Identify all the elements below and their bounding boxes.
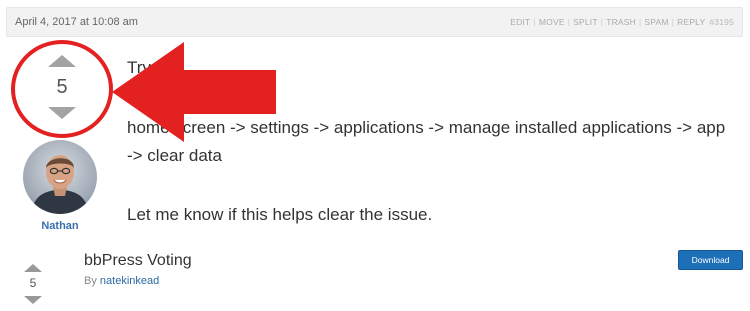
- reply-date: April 4, 2017 at 10:08 am: [15, 16, 138, 28]
- annotation-highlight-circle: [11, 40, 113, 138]
- upvote-arrow-icon[interactable]: [24, 264, 42, 272]
- move-link[interactable]: MOVE: [539, 17, 565, 27]
- separator: |: [671, 17, 675, 27]
- separator: |: [567, 17, 571, 27]
- separator: |: [639, 17, 642, 27]
- reply-admin-links: EDIT | MOVE | SPLIT | TRASH | SPAM | REPLY #3195: [510, 17, 734, 27]
- reply-link[interactable]: REPLY: [677, 17, 705, 27]
- edit-link[interactable]: EDIT: [510, 17, 530, 27]
- plugin-name[interactable]: bbPress Voting: [84, 252, 192, 270]
- separator: |: [533, 17, 536, 27]
- reply-id-link[interactable]: #3195: [709, 17, 734, 27]
- annotation-arrow-icon: [112, 42, 276, 142]
- spam-link[interactable]: SPAM: [644, 17, 668, 27]
- reply-header: April 4, 2017 at 10:08 am EDIT | MOVE | SPLI…: [6, 7, 743, 37]
- separator: |: [600, 17, 604, 27]
- plugin-author-link[interactable]: natekinkead: [100, 275, 159, 287]
- split-link[interactable]: SPLIT: [573, 17, 598, 27]
- download-button[interactable]: Download: [678, 250, 743, 270]
- plugin-vote-score: 5: [29, 276, 37, 290]
- trash-link[interactable]: TRASH: [606, 17, 636, 27]
- reply-content-closing: Let me know if this helps clear the issu…: [127, 205, 433, 224]
- plugin-by-label: By: [84, 275, 97, 287]
- avatar-image-icon: [23, 140, 97, 214]
- author-name[interactable]: Nathan: [0, 220, 120, 232]
- downvote-arrow-icon[interactable]: [24, 296, 42, 304]
- plugin-byline: By natekinkead: [84, 275, 159, 287]
- avatar[interactable]: [23, 140, 97, 214]
- plugin-vote-widget: 5: [24, 262, 44, 308]
